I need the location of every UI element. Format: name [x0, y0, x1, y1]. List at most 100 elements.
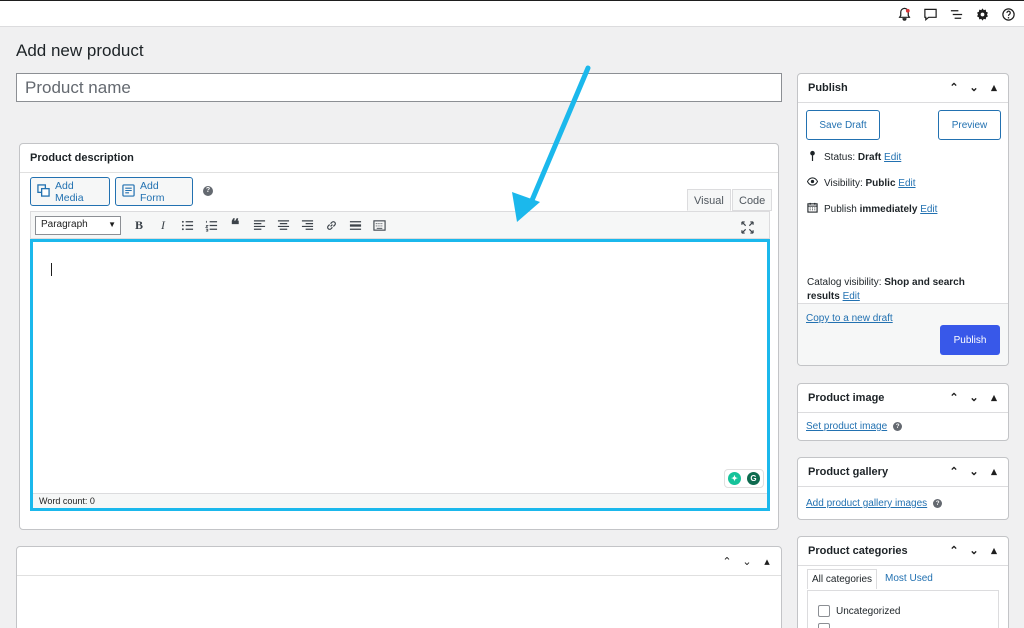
blockquote-icon[interactable]: ❝: [223, 215, 247, 235]
list-item: Uncategorized: [818, 605, 900, 617]
tab-code[interactable]: Code: [732, 189, 773, 211]
edit-visibility-link[interactable]: Edit: [898, 178, 915, 189]
tab-visual[interactable]: Visual: [687, 189, 731, 211]
add-media-button[interactable]: Add Media: [30, 177, 110, 206]
chevron-down-icon[interactable]: ⌄: [968, 391, 980, 404]
fullscreen-icon[interactable]: [735, 217, 759, 237]
caret-up-icon[interactable]: ▴: [988, 391, 1000, 404]
topbar-icons: [896, 6, 1016, 22]
caret-up-icon[interactable]: ▴: [988, 81, 1000, 94]
chevron-down-icon[interactable]: ⌄: [741, 555, 753, 568]
caret-up-icon[interactable]: ▴: [988, 465, 1000, 478]
caret-up-icon[interactable]: ▴: [988, 544, 1000, 557]
product-categories-box: Product categories ⌃ ⌄ ▴ All categories …: [797, 536, 1009, 628]
edit-catalog-visibility-link[interactable]: Edit: [843, 291, 860, 302]
bold-icon[interactable]: B: [127, 215, 151, 235]
chevron-up-icon[interactable]: ⌃: [948, 81, 960, 94]
bullet-list-icon[interactable]: [175, 215, 199, 235]
box-controls: ⌃ ⌄ ▴: [948, 81, 1000, 94]
caret-up-icon[interactable]: ▴: [761, 555, 773, 568]
gear-icon[interactable]: [974, 6, 990, 22]
eye-icon: [807, 176, 818, 190]
publish-date-row: Publish immediately Edit: [807, 202, 937, 216]
product-image-row: Set product image ?: [806, 421, 903, 432]
form-icon: [122, 183, 135, 200]
lower-meta-box-heading: ⌃ ⌄ ▴: [17, 547, 781, 576]
save-draft-button[interactable]: Save Draft: [806, 110, 880, 140]
set-product-image-link[interactable]: Set product image: [806, 421, 887, 432]
product-gallery-heading: Product gallery ⌃ ⌄ ▴: [798, 458, 1008, 487]
product-name-input[interactable]: [16, 73, 782, 102]
read-more-icon[interactable]: [343, 215, 367, 235]
lower-meta-box: ⌃ ⌄ ▴: [16, 546, 782, 628]
edit-publish-date-link[interactable]: Edit: [920, 204, 937, 215]
editor-toolbar: Paragraph ▼ B I ❝: [30, 211, 770, 239]
category-list: Uncategorized: [807, 590, 999, 628]
preview-button[interactable]: Preview: [938, 110, 1001, 140]
help-icon[interactable]: ?: [893, 422, 903, 431]
publish-box: Publish ⌃ ⌄ ▴ Save Draft Preview Status:…: [797, 73, 1009, 366]
product-image-heading: Product image ⌃ ⌄ ▴: [798, 384, 1008, 413]
list-item: [818, 623, 830, 628]
keyboard-icon[interactable]: [367, 215, 391, 235]
publish-button[interactable]: Publish: [940, 325, 1000, 355]
box-controls: ⌃ ⌄ ▴: [721, 555, 773, 568]
publish-actions: Copy to a new draft Publish: [798, 303, 1008, 365]
category-checkbox[interactable]: [818, 623, 830, 628]
chevron-down-icon[interactable]: ⌄: [968, 465, 980, 478]
format-select[interactable]: Paragraph ▼: [35, 215, 121, 235]
numbered-list-icon[interactable]: [199, 215, 223, 235]
chevron-down-icon: ▼: [108, 219, 116, 229]
publish-heading: Publish ⌃ ⌄ ▴: [798, 74, 1008, 103]
product-gallery-box: Product gallery ⌃ ⌄ ▴ Add product galler…: [797, 457, 1009, 520]
align-center-icon[interactable]: [271, 215, 295, 235]
help-icon[interactable]: [1000, 6, 1016, 22]
status-row: Status: Draft Edit: [807, 150, 901, 164]
page-title: Add new product: [16, 41, 144, 60]
calendar-icon: [807, 202, 818, 216]
grammarly-widget[interactable]: ✦ G: [724, 469, 764, 488]
product-description-box: Product description Add Media Add Form ?…: [19, 143, 779, 530]
italic-icon[interactable]: I: [151, 215, 175, 235]
content-editor[interactable]: ✦ G Word count: 0: [30, 239, 770, 511]
help-icon[interactable]: ?: [203, 186, 213, 196]
tab-all-categories[interactable]: All categories: [807, 569, 878, 589]
top-toolbar: [0, 0, 1024, 27]
chevron-down-icon[interactable]: ⌄: [968, 81, 980, 94]
add-gallery-images-link[interactable]: Add product gallery images: [806, 498, 927, 509]
chevron-up-icon[interactable]: ⌃: [721, 555, 733, 568]
media-icon: [37, 183, 50, 200]
catalog-visibility-row: Catalog visibility: Shop and search resu…: [807, 277, 965, 302]
add-form-button[interactable]: Add Form: [115, 177, 193, 206]
add-media-label: Add Media: [55, 179, 84, 204]
chevron-up-icon[interactable]: ⌃: [948, 465, 960, 478]
category-checkbox[interactable]: [818, 605, 830, 617]
product-gallery-row: Add product gallery images ?: [806, 498, 943, 509]
link-icon[interactable]: [319, 215, 343, 235]
edit-status-link[interactable]: Edit: [884, 152, 901, 163]
list-icon[interactable]: [948, 6, 964, 22]
tab-most-used[interactable]: Most Used: [877, 569, 941, 589]
comment-icon[interactable]: [922, 6, 938, 22]
add-form-label: Add Form: [140, 179, 165, 204]
align-left-icon[interactable]: [247, 215, 271, 235]
text-cursor: [51, 263, 52, 276]
product-description-heading: Product description: [20, 144, 778, 173]
chevron-up-icon[interactable]: ⌃: [948, 544, 960, 557]
product-image-box: Product image ⌃ ⌄ ▴ Set product image ?: [797, 383, 1009, 441]
notifications-icon[interactable]: [896, 6, 912, 22]
copy-to-draft-link[interactable]: Copy to a new draft: [806, 313, 893, 324]
chevron-up-icon[interactable]: ⌃: [948, 391, 960, 404]
visibility-row: Visibility: Public Edit: [807, 176, 916, 190]
box-controls: ⌃ ⌄ ▴: [948, 544, 1000, 557]
align-right-icon[interactable]: [295, 215, 319, 235]
box-controls: ⌃ ⌄ ▴: [948, 391, 1000, 404]
word-count: Word count: 0: [33, 493, 767, 508]
help-icon[interactable]: ?: [933, 499, 943, 508]
pin-icon: [807, 150, 818, 164]
lightbulb-icon[interactable]: ✦: [728, 472, 741, 485]
chevron-down-icon[interactable]: ⌄: [968, 544, 980, 557]
category-tabs: All categories Most Used: [807, 569, 941, 589]
grammarly-icon[interactable]: G: [747, 472, 760, 485]
box-controls: ⌃ ⌄ ▴: [948, 465, 1000, 478]
